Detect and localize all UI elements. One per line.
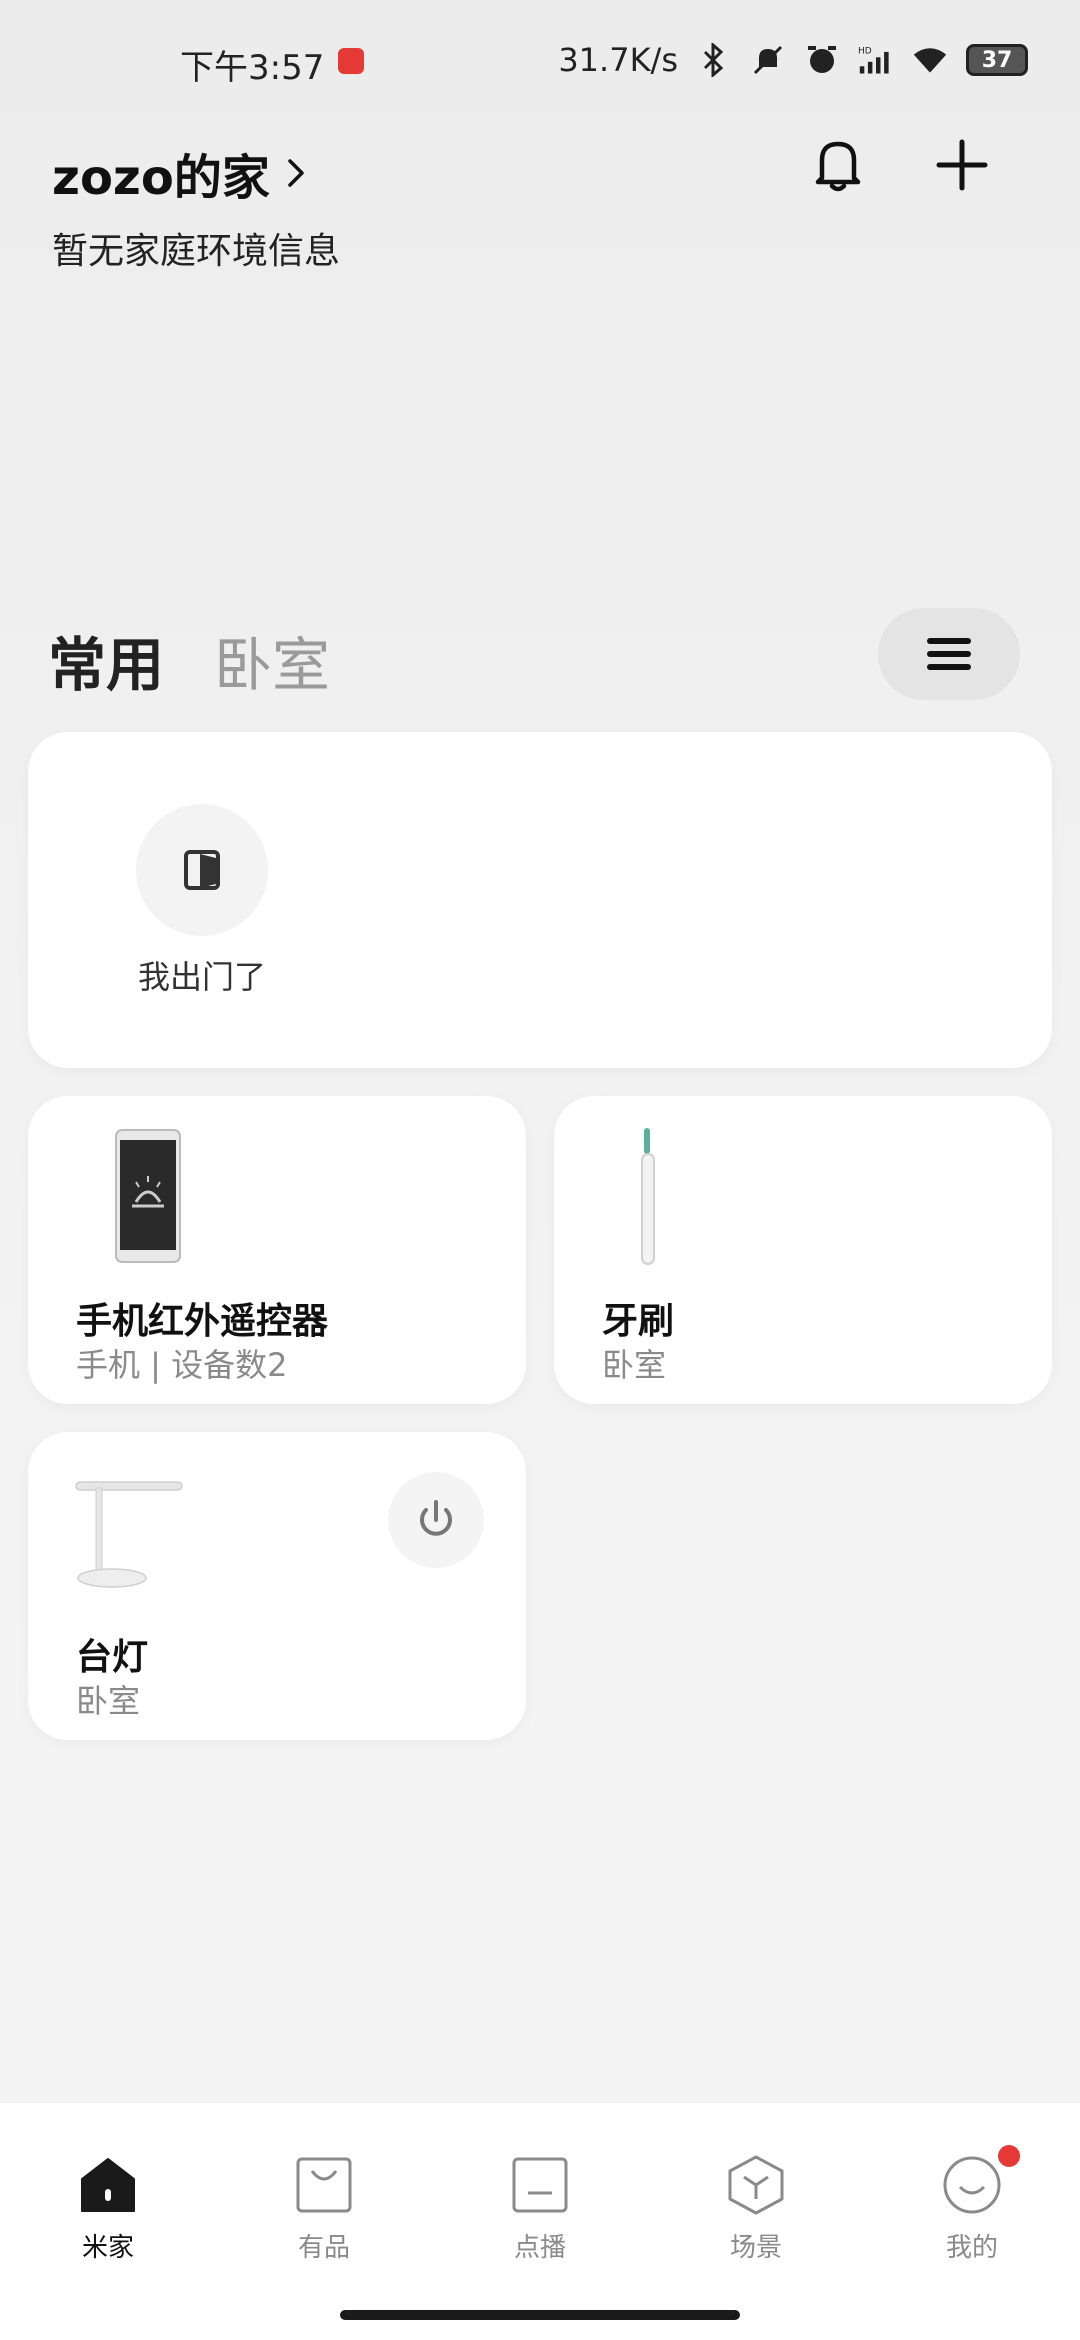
device-name: 牙刷 <box>602 1301 675 1342</box>
environment-info: 暂无家庭环境信息 <box>52 231 341 272</box>
door-icon <box>184 850 220 890</box>
home-indicator[interactable] <box>340 2310 740 2320</box>
nav-scene[interactable]: 场景 <box>686 2153 826 2264</box>
cube-icon <box>728 2155 784 2215</box>
nav-label: 点播 <box>513 2233 566 2263</box>
alarm-icon <box>804 42 840 78</box>
device-subtitle: 卧室 <box>602 1346 667 1384</box>
media-icon <box>512 2157 568 2213</box>
chevron-right-icon <box>288 159 304 187</box>
add-button[interactable] <box>934 134 990 194</box>
desk-lamp-image <box>75 1481 183 1588</box>
notification-button[interactable] <box>810 134 866 194</box>
nav-profile[interactable]: 我的 <box>902 2153 1042 2264</box>
svg-text:HD: HD <box>858 47 872 57</box>
wifi-icon <box>912 42 948 78</box>
power-button[interactable] <box>388 1472 484 1568</box>
phone-remote-image <box>115 1129 181 1263</box>
nav-home[interactable]: 米家 <box>38 2153 178 2264</box>
tab-bedroom[interactable]: 卧室 <box>214 618 330 702</box>
device-card[interactable]: 牙刷 卧室 <box>554 1096 1052 1404</box>
app-notification-icon <box>338 48 364 74</box>
status-indicators: 31.7K/s HD 37 <box>558 38 1028 82</box>
nav-label: 有品 <box>297 2233 350 2263</box>
profile-smile-icon <box>943 2156 1001 2214</box>
scene-card: 我出门了 <box>28 732 1052 1068</box>
nav-label: 我的 <box>945 2233 998 2263</box>
leave-home-scene-button[interactable] <box>136 804 268 936</box>
home-selector[interactable]: zozo的家 <box>52 138 318 208</box>
hamburger-icon <box>927 638 971 670</box>
status-bar: 下午3:57 31.7K/s HD 37 <box>0 0 1080 120</box>
menu-button[interactable] <box>878 608 1020 700</box>
scene-label: 我出门了 <box>137 958 266 996</box>
device-name: 手机红外遥控器 <box>76 1301 329 1342</box>
device-subtitle: 卧室 <box>76 1682 141 1720</box>
network-speed: 31.7K/s <box>558 41 678 79</box>
room-tabs: 常用 卧室 <box>48 618 330 702</box>
power-icon <box>420 1500 452 1536</box>
signal-hd-icon: HD <box>858 42 894 78</box>
plus-icon <box>936 139 988 191</box>
notification-badge <box>998 2145 1020 2167</box>
device-card[interactable]: 台灯 卧室 <box>28 1432 526 1740</box>
nav-youpin[interactable]: 有品 <box>254 2153 394 2264</box>
nav-media[interactable]: 点播 <box>470 2153 610 2264</box>
battery-level: 37 <box>981 47 1013 73</box>
device-name: 台灯 <box>76 1637 149 1678</box>
bluetooth-icon <box>696 42 732 78</box>
nav-label: 场景 <box>729 2233 782 2263</box>
shopping-bag-icon <box>296 2157 352 2213</box>
home-icon <box>81 2158 135 2212</box>
bell-icon <box>815 141 861 192</box>
mute-bell-icon <box>750 42 786 78</box>
battery-indicator: 37 <box>966 44 1028 76</box>
status-time: 下午3:57 <box>180 48 325 88</box>
bottom-navigation: 米家 有品 点播 场景 我的 <box>0 2102 1080 2340</box>
device-subtitle: 手机 | 设备数2 <box>76 1346 288 1384</box>
nav-label: 米家 <box>81 2233 134 2263</box>
tab-common[interactable]: 常用 <box>48 618 164 702</box>
toothbrush-image <box>641 1128 655 1265</box>
device-card[interactable]: 手机红外遥控器 手机 | 设备数2 <box>28 1096 526 1404</box>
home-name: zozo的家 <box>52 150 270 206</box>
